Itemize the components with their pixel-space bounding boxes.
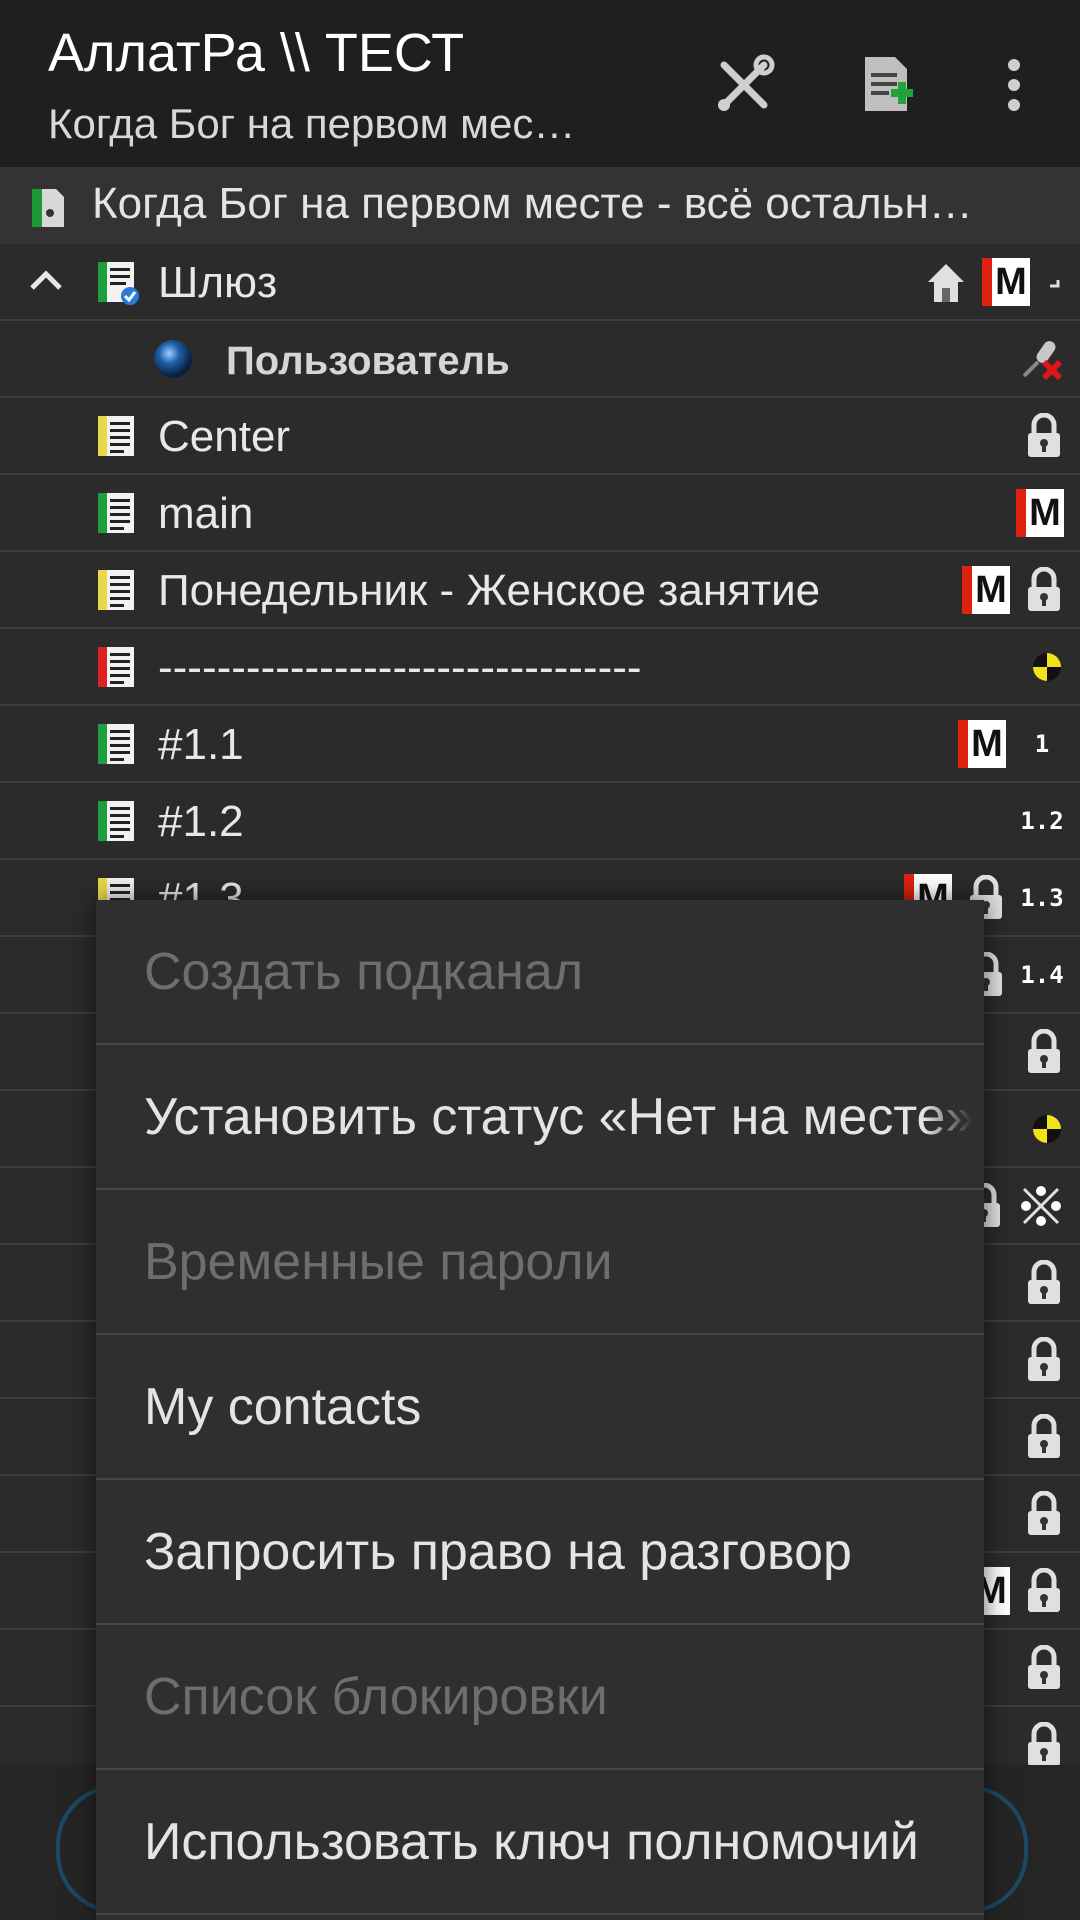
menu-item-label: Использовать ключ полномочий xyxy=(144,1813,919,1871)
yellow-dot-icon xyxy=(1030,1112,1064,1146)
row-badges: M1 xyxy=(958,718,1064,770)
dots-icon xyxy=(1018,1183,1064,1229)
channel-green-icon xyxy=(96,799,136,843)
text-fade xyxy=(924,1770,984,1913)
lock-icon xyxy=(1024,1568,1064,1614)
menu-item: Временные пароли xyxy=(96,1190,984,1335)
row-badges: M xyxy=(924,256,1064,308)
menu-item: Список блокировки xyxy=(96,1625,984,1770)
tools-button[interactable] xyxy=(694,40,794,130)
row-badges xyxy=(1030,1103,1064,1155)
yellow-dot-icon xyxy=(1030,650,1064,684)
row-badges xyxy=(1024,1257,1064,1309)
channel-green-check-icon xyxy=(96,260,140,306)
row-badges xyxy=(1024,1026,1064,1078)
channel-row[interactable]: #1.2 1.2 xyxy=(0,783,1080,860)
channel-position-tag: 1.2 xyxy=(1020,807,1064,835)
channel-row[interactable]: main M xyxy=(0,475,1080,552)
muted-mic-icon xyxy=(1018,336,1064,382)
moderated-icon: M xyxy=(958,720,1006,768)
moderated-icon: M xyxy=(962,566,1010,614)
row-badges xyxy=(1024,1642,1064,1694)
user-row[interactable]: Пользователь xyxy=(0,321,1080,398)
channel-row[interactable]: Понедельник - Женское занятие M xyxy=(0,552,1080,629)
user-sphere-icon xyxy=(152,338,194,380)
channel-name: main xyxy=(158,489,254,538)
channel-row[interactable]: --------------------------------- xyxy=(0,629,1080,706)
lock-icon xyxy=(1024,413,1064,459)
channel-row[interactable]: Center xyxy=(0,398,1080,475)
menu-item-label: Временные пароли xyxy=(144,1233,613,1291)
user-name: Пользователь xyxy=(226,339,510,383)
menu-item-label: Создать подканал xyxy=(144,943,584,1001)
channel-name: Шлюз xyxy=(158,258,278,307)
channel-description: Когда Бог на первом месте - всё остальн… xyxy=(92,179,973,228)
action-bar: АллатРа \\ ТЕСТ Когда Бог на первом мес… xyxy=(0,0,1080,167)
add-document-icon xyxy=(865,57,913,111)
channel-name: Понедельник - Женское занятие xyxy=(158,566,821,615)
channel-red-icon xyxy=(96,645,136,689)
corner-icon xyxy=(1044,272,1064,292)
text-fade xyxy=(924,1335,984,1478)
channel-row[interactable]: Шлюз M xyxy=(0,244,1080,321)
row-badges: 1.2 xyxy=(1020,795,1064,847)
row-badges: M xyxy=(1016,487,1064,539)
lock-icon xyxy=(1024,1414,1064,1460)
menu-item[interactable]: Установить статус «Нет на месте» xyxy=(96,1045,984,1190)
lock-icon xyxy=(1024,1337,1064,1383)
home-icon xyxy=(924,260,968,304)
collapse-chevron-icon[interactable] xyxy=(26,264,66,299)
channel-name: Center xyxy=(158,412,291,461)
channel-name: --------------------------------- xyxy=(158,643,642,692)
menu-item[interactable]: Использовать ключ полномочий xyxy=(96,1770,984,1915)
lock-icon xyxy=(1024,1722,1064,1768)
text-fade xyxy=(924,1625,984,1768)
lock-icon xyxy=(1024,1260,1064,1306)
channel-yellow-icon xyxy=(96,414,136,458)
channel-position-tag: 1.4 xyxy=(1020,961,1064,989)
moderated-icon: M xyxy=(982,258,1030,306)
channel-name: #1.1 xyxy=(158,720,244,769)
add-document-button[interactable] xyxy=(838,40,938,130)
moderated-icon: M xyxy=(1016,489,1064,537)
menu-item[interactable]: My contacts xyxy=(96,1335,984,1480)
tools-icon xyxy=(718,54,775,111)
context-menu: Создать подканал Установить статус «Нет н… xyxy=(96,900,984,1920)
channel-row[interactable]: #1.1 M 1 xyxy=(0,706,1080,783)
channel-position-tag: 1 xyxy=(1034,730,1050,758)
row-badges xyxy=(1024,1488,1064,1540)
lock-icon xyxy=(1024,1491,1064,1537)
text-fade xyxy=(924,1045,984,1188)
row-badges xyxy=(1024,410,1064,462)
row-badges xyxy=(1024,1334,1064,1386)
row-badges xyxy=(1024,1411,1064,1463)
menu-item-label: Список блокировки xyxy=(144,1668,608,1726)
channel-header[interactable]: Когда Бог на первом месте - всё остальн… xyxy=(0,167,1080,246)
row-badges: M xyxy=(962,564,1064,616)
menu-item: Создать подканал xyxy=(96,900,984,1045)
menu-item-label: Установить статус «Нет на месте» xyxy=(144,1088,975,1146)
app-title: АллатРа \\ ТЕСТ xyxy=(48,23,465,83)
server-icon xyxy=(28,183,68,234)
overflow-menu-button[interactable] xyxy=(964,40,1064,130)
lock-icon xyxy=(1024,1029,1064,1075)
channel-green-icon xyxy=(96,722,136,766)
lock-icon xyxy=(1024,1645,1064,1691)
row-badges xyxy=(1018,333,1064,385)
text-fade xyxy=(924,900,984,1043)
text-fade xyxy=(924,1190,984,1333)
channel-green-icon xyxy=(96,491,136,535)
overflow-menu-icon xyxy=(1008,59,1020,111)
text-fade xyxy=(924,1480,984,1623)
app-subtitle: Когда Бог на первом мес… xyxy=(48,100,576,147)
row-badges xyxy=(1024,1719,1064,1771)
row-badges xyxy=(1030,641,1064,693)
menu-item[interactable]: Запросить право на разговор xyxy=(96,1480,984,1625)
channel-yellow-icon xyxy=(96,568,136,612)
menu-item-label: My contacts xyxy=(144,1378,422,1436)
channel-position-tag: 1.3 xyxy=(1020,884,1064,912)
lock-icon xyxy=(1024,567,1064,613)
menu-item-label: Запросить право на разговор xyxy=(144,1523,852,1581)
channel-name: #1.2 xyxy=(158,797,244,846)
